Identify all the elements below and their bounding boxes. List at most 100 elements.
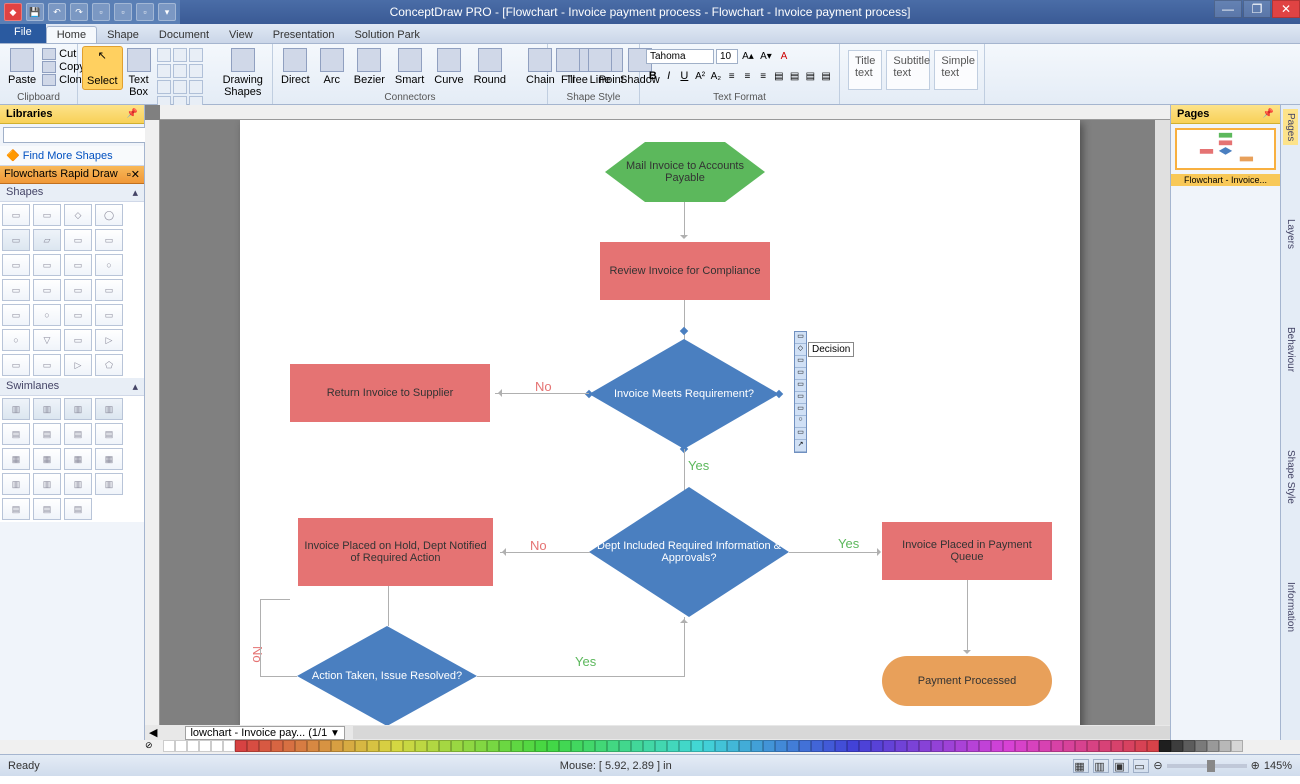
grow-font[interactable]: A▴ xyxy=(740,48,756,64)
color-swatch[interactable] xyxy=(427,740,439,752)
shrink-font[interactable]: A▾ xyxy=(758,48,774,64)
color-swatch[interactable] xyxy=(1195,740,1207,752)
swimlane-item[interactable]: ▥ xyxy=(2,398,30,420)
drawing-shapes-button[interactable]: Drawing Shapes xyxy=(219,46,267,100)
color-swatch[interactable] xyxy=(955,740,967,752)
process-review[interactable]: Review Invoice for Compliance xyxy=(600,242,770,300)
close-button[interactable]: ✕ xyxy=(1272,0,1300,18)
arc-button[interactable]: Arc xyxy=(316,46,348,88)
color-swatch[interactable] xyxy=(295,740,307,752)
decision-dept[interactable]: Dept Included Required Information & App… xyxy=(589,487,789,617)
color-swatch[interactable] xyxy=(331,740,343,752)
color-swatch[interactable] xyxy=(967,740,979,752)
sidetab-layers[interactable]: Layers xyxy=(1283,215,1298,253)
scrollbar-v[interactable] xyxy=(1155,120,1170,725)
color-swatch[interactable] xyxy=(619,740,631,752)
sidetab-shapestyle[interactable]: Shape Style xyxy=(1283,446,1298,508)
color-swatch[interactable] xyxy=(199,740,211,752)
zoom-out[interactable]: ⊖ xyxy=(1153,759,1162,772)
color-swatch[interactable] xyxy=(319,740,331,752)
scrollbar-h[interactable] xyxy=(353,726,1170,739)
align-center[interactable]: ≡ xyxy=(741,68,755,84)
shapes-header[interactable]: Shapes▴ xyxy=(0,184,144,202)
title-style[interactable]: Title text xyxy=(848,50,882,90)
font-select[interactable]: Tahoma xyxy=(646,49,714,64)
color-swatch[interactable] xyxy=(919,740,931,752)
color-swatch[interactable] xyxy=(727,740,739,752)
library-search-input[interactable] xyxy=(3,127,149,143)
color-swatch[interactable] xyxy=(559,740,571,752)
color-swatch[interactable] xyxy=(439,740,451,752)
color-swatch[interactable] xyxy=(223,740,235,752)
color-swatch[interactable] xyxy=(631,740,643,752)
tab-document[interactable]: Document xyxy=(149,27,219,43)
process-queue[interactable]: Invoice Placed in Payment Queue xyxy=(882,522,1052,580)
sub-button[interactable]: A₂ xyxy=(709,68,723,84)
align-left[interactable]: ≡ xyxy=(725,68,739,84)
page[interactable]: Mail Invoice to Accounts Payable Review … xyxy=(240,120,1080,725)
color-swatch[interactable] xyxy=(1207,740,1219,752)
color-swatch[interactable] xyxy=(1123,740,1135,752)
align-bot[interactable]: ▤ xyxy=(804,68,818,84)
rapid-draw-section[interactable]: Flowcharts Rapid Draw▫✕ xyxy=(0,166,144,184)
minimize-button[interactable]: — xyxy=(1214,0,1242,18)
align-top[interactable]: ▤ xyxy=(772,68,786,84)
terminator-processed[interactable]: Payment Processed xyxy=(882,656,1052,706)
fontsize-select[interactable]: 10 xyxy=(716,49,738,64)
swimlanes-header[interactable]: Swimlanes▴ xyxy=(0,378,144,396)
color-swatch[interactable] xyxy=(475,740,487,752)
app-icon[interactable]: ◆ xyxy=(4,3,22,21)
color-swatch[interactable] xyxy=(343,740,355,752)
bezier-button[interactable]: Bezier xyxy=(350,46,389,88)
fill-button[interactable]: Fill xyxy=(552,46,584,88)
tab-solution[interactable]: Solution Park xyxy=(344,27,429,43)
color-swatch[interactable] xyxy=(1183,740,1195,752)
color-swatch[interactable] xyxy=(187,740,199,752)
page-tab[interactable]: lowchart - Invoice pay... (1/1 ▼ xyxy=(185,726,344,740)
color-swatch[interactable] xyxy=(607,740,619,752)
decision-meets[interactable]: Invoice Meets Requirement? xyxy=(589,339,779,449)
color-swatch[interactable] xyxy=(499,740,511,752)
qat-btn[interactable]: ▫ xyxy=(114,3,132,21)
tab-shape[interactable]: Shape xyxy=(97,27,149,43)
color-swatch[interactable] xyxy=(1087,740,1099,752)
qat-save-icon[interactable]: 💾 xyxy=(26,3,44,21)
color-swatch[interactable] xyxy=(367,740,379,752)
color-swatch[interactable] xyxy=(415,740,427,752)
color-swatch[interactable] xyxy=(787,740,799,752)
direct-button[interactable]: Direct xyxy=(277,46,314,88)
pin-icon[interactable]: 📌 xyxy=(1263,108,1274,120)
color-swatch[interactable] xyxy=(379,740,391,752)
color-swatch[interactable] xyxy=(883,740,895,752)
collapse-icon[interactable]: ▴ xyxy=(132,186,138,199)
color-swatch[interactable] xyxy=(835,740,847,752)
tab-view[interactable]: View xyxy=(219,27,263,43)
simple-style[interactable]: Simple text xyxy=(934,50,978,90)
color-swatch[interactable] xyxy=(583,740,595,752)
color-swatch[interactable] xyxy=(859,740,871,752)
color-swatch[interactable] xyxy=(763,740,775,752)
color-swatch[interactable] xyxy=(871,740,883,752)
color-swatch[interactable] xyxy=(1099,740,1111,752)
tab-presentation[interactable]: Presentation xyxy=(263,27,345,43)
color-swatch[interactable] xyxy=(1003,740,1015,752)
color-swatch[interactable] xyxy=(943,740,955,752)
smart-shape-panel[interactable]: ▭◇▭▭▭▭▭○▭↗ xyxy=(794,331,807,453)
color-swatch[interactable] xyxy=(691,740,703,752)
view-btn[interactable]: ▣ xyxy=(1113,759,1129,773)
page-thumbnail[interactable] xyxy=(1175,128,1276,170)
tab-home[interactable]: Home xyxy=(46,26,97,43)
line-button[interactable]: Line xyxy=(584,46,616,88)
more-fmt[interactable]: ▤ xyxy=(819,68,833,84)
view-btn[interactable]: ▦ xyxy=(1073,759,1089,773)
color-swatch[interactable] xyxy=(823,740,835,752)
color-swatch[interactable] xyxy=(907,740,919,752)
sidetab-behaviour[interactable]: Behaviour xyxy=(1283,323,1298,376)
color-swatch[interactable] xyxy=(1147,740,1159,752)
color-swatch[interactable] xyxy=(487,740,499,752)
color-swatch[interactable] xyxy=(571,740,583,752)
color-swatch[interactable] xyxy=(175,740,187,752)
color-swatch[interactable] xyxy=(163,740,175,752)
qat-undo-icon[interactable]: ↶ xyxy=(48,3,66,21)
zoom-slider[interactable] xyxy=(1167,764,1247,768)
